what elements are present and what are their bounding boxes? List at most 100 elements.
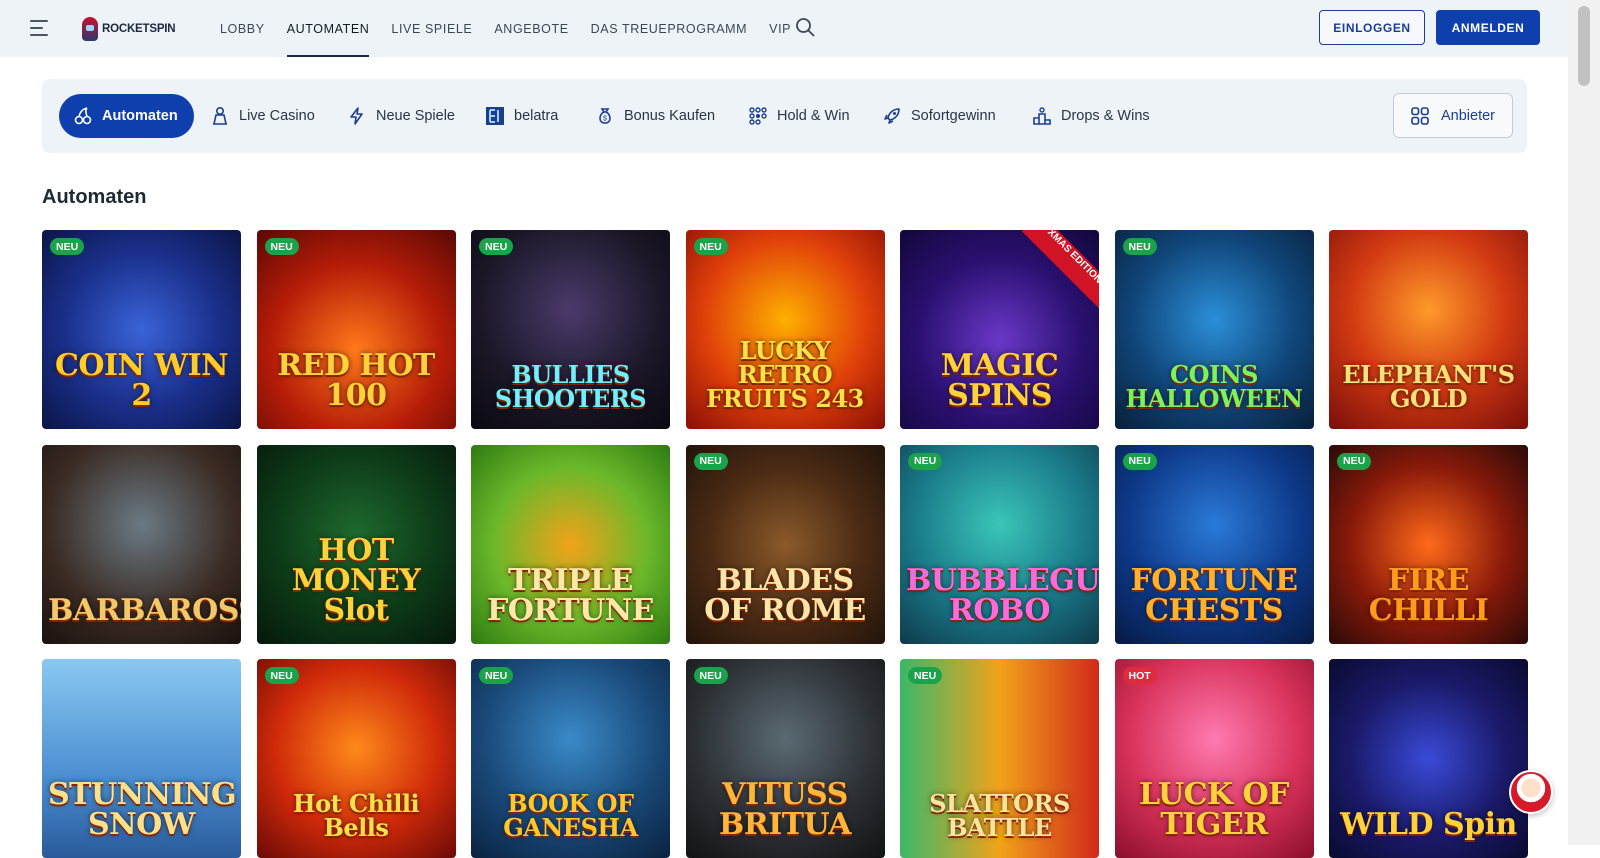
nav-automaten[interactable]: AUTOMATEN	[286, 0, 370, 57]
new-badge: NEU	[264, 667, 299, 684]
category-label: belatra	[514, 108, 559, 124]
game-tile[interactable]: STUNNING SNOW	[42, 659, 241, 858]
game-tile[interactable]: BARBAROSSA	[42, 444, 241, 644]
new-badge: NEU	[264, 238, 299, 255]
game-tile[interactable]: NEU BULLIES SHOOTERS	[471, 230, 670, 429]
game-tile[interactable]: HOT MONEY Slot	[256, 444, 456, 644]
game-tile[interactable]: XMAS EDITION MAGIC SPINS	[900, 230, 1099, 429]
category-label: Bonus Kaufen	[624, 108, 716, 124]
category-belatra[interactable]: belatra	[485, 94, 558, 138]
game-title: BLADES OF ROME	[704, 562, 866, 628]
dealer-icon	[213, 106, 227, 125]
game-title: WILD Spin	[1340, 807, 1517, 842]
providers-button[interactable]: Anbieter	[1393, 93, 1513, 138]
category-sofortgewinn[interactable]: Sofortgewinn	[882, 94, 996, 138]
top-navigation-bar: ROCKETSPIN LOBBY AUTOMATEN LIVE SPIELE A…	[0, 0, 1568, 57]
game-tile[interactable]: NEU COIN WIN 2	[42, 230, 241, 429]
nav-vip[interactable]: VIP	[769, 0, 791, 57]
menu-icon[interactable]	[30, 19, 52, 37]
game-title: COINS HALLOWEEN	[1125, 360, 1303, 413]
dots-grid-icon	[749, 107, 767, 125]
nav-lobby[interactable]: LOBBY	[220, 0, 265, 57]
logo-text: ROCKETSPIN	[102, 23, 176, 35]
game-title: BARBAROSSA	[48, 592, 241, 628]
section-title: Automaten	[42, 186, 147, 208]
game-tile[interactable]: TRIPLE FORTUNE	[471, 444, 670, 644]
game-title: FORTUNE CHESTS	[1130, 562, 1298, 628]
category-label: Neue Spiele	[376, 108, 455, 124]
category-hold-win[interactable]: Hold & Win	[748, 94, 850, 138]
cherries-icon	[74, 107, 92, 125]
new-badge: NEU	[1122, 452, 1157, 470]
category-bar: Automaten Live Casino Neue Spiele belatr…	[42, 79, 1527, 153]
podium-icon	[1033, 107, 1051, 125]
main-nav: LOBBY AUTOMATEN LIVE SPIELE ANGEBOTE DAS…	[220, 0, 791, 57]
category-drops-wins[interactable]: Drops & Wins	[1032, 94, 1150, 138]
game-title: LUCK OF TIGER	[1139, 777, 1289, 842]
login-button[interactable]: EINLOGGEN	[1319, 10, 1425, 45]
game-title: BOOK OF GANESHA	[503, 789, 638, 842]
category-bonus-kaufen[interactable]: $ Bonus Kaufen	[595, 94, 715, 138]
game-title: BUBBLEGUM ROBO	[906, 562, 1099, 628]
providers-label: Anbieter	[1440, 107, 1495, 124]
game-tile[interactable]: NEU FIRE CHILLI	[1329, 444, 1528, 644]
game-title: MAGIC SPINS	[940, 348, 1059, 413]
game-title: STUNNING SNOW	[48, 777, 237, 842]
nav-treueprogramm[interactable]: DAS TREUEPROGRAMM	[591, 0, 748, 57]
money-bag-icon: $	[599, 108, 611, 124]
game-tile[interactable]: NEU LUCKY RETRO FRUITS 243	[685, 230, 885, 429]
category-label: Automaten	[102, 108, 178, 124]
register-button[interactable]: ANMELDEN	[1436, 10, 1540, 45]
rocket-logo-icon	[82, 17, 98, 41]
game-title: TRIPLE FORTUNE	[486, 562, 655, 628]
game-title: LUCKY RETRO FRUITS 243	[706, 336, 864, 413]
game-tile[interactable]: ELEPHANT'S GOLD	[1329, 230, 1528, 429]
new-badge: NEU	[1122, 238, 1157, 255]
game-title: FIRE CHILLI	[1368, 562, 1489, 628]
lightning-icon	[350, 107, 363, 125]
search-icon[interactable]	[795, 17, 815, 37]
new-badge: NEU	[693, 238, 728, 255]
game-title: SLATTORS BATTLE	[929, 789, 1070, 842]
new-badge: NEU	[50, 238, 85, 255]
category-label: Hold & Win	[777, 108, 850, 124]
game-tile[interactable]: NEU BUBBLEGUM ROBO	[900, 444, 1099, 644]
game-title: COIN WIN 2	[54, 348, 229, 413]
rocket-icon	[884, 108, 900, 124]
game-tile[interactable]: NEU VITUSS BRITUA	[685, 659, 885, 858]
game-tile[interactable]: HOT LUCK OF TIGER	[1114, 659, 1314, 858]
category-label: Live Casino	[239, 108, 315, 124]
nav-live-spiele[interactable]: LIVE SPIELE	[391, 0, 472, 57]
new-badge: NEU	[479, 667, 514, 684]
game-title: HOT MONEY Slot	[291, 532, 421, 628]
game-title: Hot Chilli Bells	[292, 789, 420, 842]
game-tile[interactable]: NEU SLATTORS BATTLE	[900, 659, 1099, 858]
svg-text:$: $	[603, 116, 607, 123]
game-tile[interactable]: NEU COINS HALLOWEEN	[1114, 230, 1314, 429]
hot-badge: HOT	[1122, 667, 1157, 684]
game-tile[interactable]: WILD Spin	[1329, 659, 1528, 858]
game-tile[interactable]: NEU BLADES OF ROME	[685, 444, 885, 644]
game-title: BULLIES SHOOTERS	[494, 360, 647, 413]
game-tile[interactable]: NEU FORTUNE CHESTS	[1114, 444, 1314, 644]
belatra-logo-icon	[486, 107, 504, 125]
grid-icon	[1411, 106, 1429, 125]
game-tile[interactable]: NEU RED HOT 100	[256, 230, 456, 429]
new-badge: NEU	[693, 452, 728, 470]
category-label: Sofortgewinn	[911, 108, 996, 124]
new-badge: NEU	[1337, 452, 1372, 470]
category-automaten[interactable]: Automaten	[59, 94, 194, 138]
category-live-casino[interactable]: Live Casino	[210, 94, 315, 138]
new-badge: NEU	[693, 667, 728, 684]
game-title: VITUSS BRITUA	[718, 777, 852, 842]
category-neue-spiele[interactable]: Neue Spiele	[347, 94, 455, 138]
game-title: RED HOT 100	[277, 348, 435, 413]
scrollbar-thumb[interactable]	[1578, 6, 1590, 86]
new-badge: NEU	[908, 452, 943, 470]
new-badge: NEU	[908, 667, 943, 684]
site-logo[interactable]: ROCKETSPIN	[82, 15, 176, 43]
game-tile[interactable]: NEU BOOK OF GANESHA	[471, 659, 670, 858]
nav-angebote[interactable]: ANGEBOTE	[494, 0, 568, 57]
game-tile[interactable]: NEU Hot Chilli Bells	[256, 659, 456, 858]
page-scrollbar[interactable]	[1568, 0, 1600, 845]
